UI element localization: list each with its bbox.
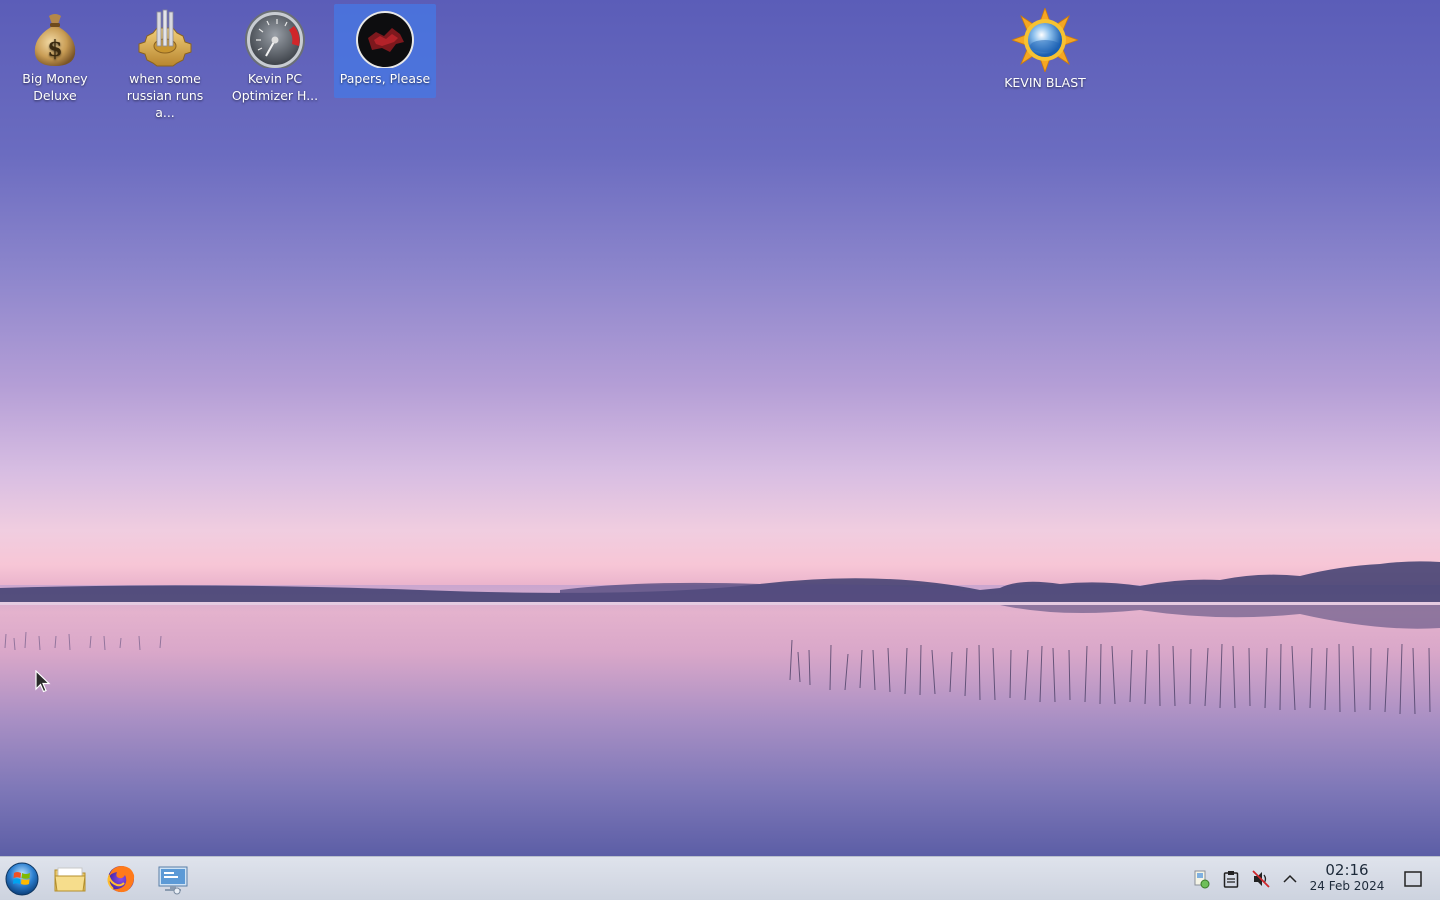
desktop-icon-label: KEVIN BLAST (1004, 75, 1086, 90)
desktop-icon-kevin-pc-optimizer[interactable]: Kevin PC Optimizer H... (224, 4, 326, 112)
wallpaper-reeds (789, 639, 1431, 715)
show-hidden-icons-button[interactable] (1279, 868, 1301, 890)
wallpaper-treeline (0, 561, 1440, 629)
firefox-icon (107, 866, 135, 893)
clock-date: 24 Feb 2024 (1309, 879, 1385, 893)
desktop-icon-big-money-deluxe[interactable]: $ Big Money Deluxe (4, 4, 106, 112)
papers-please-icon (356, 11, 414, 68)
windows-orb-icon (5, 862, 39, 896)
sun-globe-icon (1012, 8, 1078, 72)
desktop-icon-when-some-russian-runs[interactable]: when some russian runs a... (114, 4, 216, 120)
speedometer-icon (245, 10, 305, 68)
volume-muted-icon (1252, 870, 1270, 888)
network-tray-button[interactable] (1190, 868, 1212, 890)
clock-time: 02:16 (1325, 861, 1369, 879)
remote-desktop-button[interactable] (154, 861, 192, 897)
network-status-icon (1194, 870, 1210, 889)
money-bag-icon: $ (34, 14, 76, 66)
wallpaper-reeds-left (4, 631, 162, 651)
svg-text:$: $ (47, 36, 62, 62)
mouse-cursor-icon (35, 670, 51, 693)
desktop-icon-papers-please[interactable]: Papers, Please (334, 4, 436, 98)
file-explorer-button[interactable] (51, 861, 89, 897)
show-desktop-icon (1404, 871, 1422, 887)
network-computer-icon (158, 866, 188, 895)
desktop-icon-label: Kevin PC Optimizer H... (231, 71, 319, 103)
taskbar-clock[interactable]: 02:16 24 Feb 2024 (1304, 862, 1390, 894)
taskbar: 02:16 24 Feb 2024 (0, 856, 1440, 900)
clipboard-icon (1223, 871, 1239, 888)
desktop-icon-label: when some russian runs a... (126, 71, 204, 120)
desktop-icon-kevin-blast[interactable]: KEVIN BLAST (994, 4, 1096, 112)
gear-icon (138, 9, 192, 67)
chevron-up-icon (1283, 874, 1297, 883)
start-menu-button[interactable] (3, 861, 41, 897)
clipboard-tray-button[interactable] (1220, 868, 1242, 890)
show-desktop-button[interactable] (1402, 868, 1424, 890)
folder-icon (54, 867, 86, 892)
desktop-icon-label: Big Money Deluxe (22, 71, 88, 103)
firefox-button[interactable] (102, 861, 140, 897)
desktop-icon-label: Papers, Please (339, 71, 431, 86)
volume-tray-button[interactable] (1250, 868, 1272, 890)
desktop-wallpaper[interactable]: $ Big Money Deluxe when some russian run… (0, 0, 1440, 856)
